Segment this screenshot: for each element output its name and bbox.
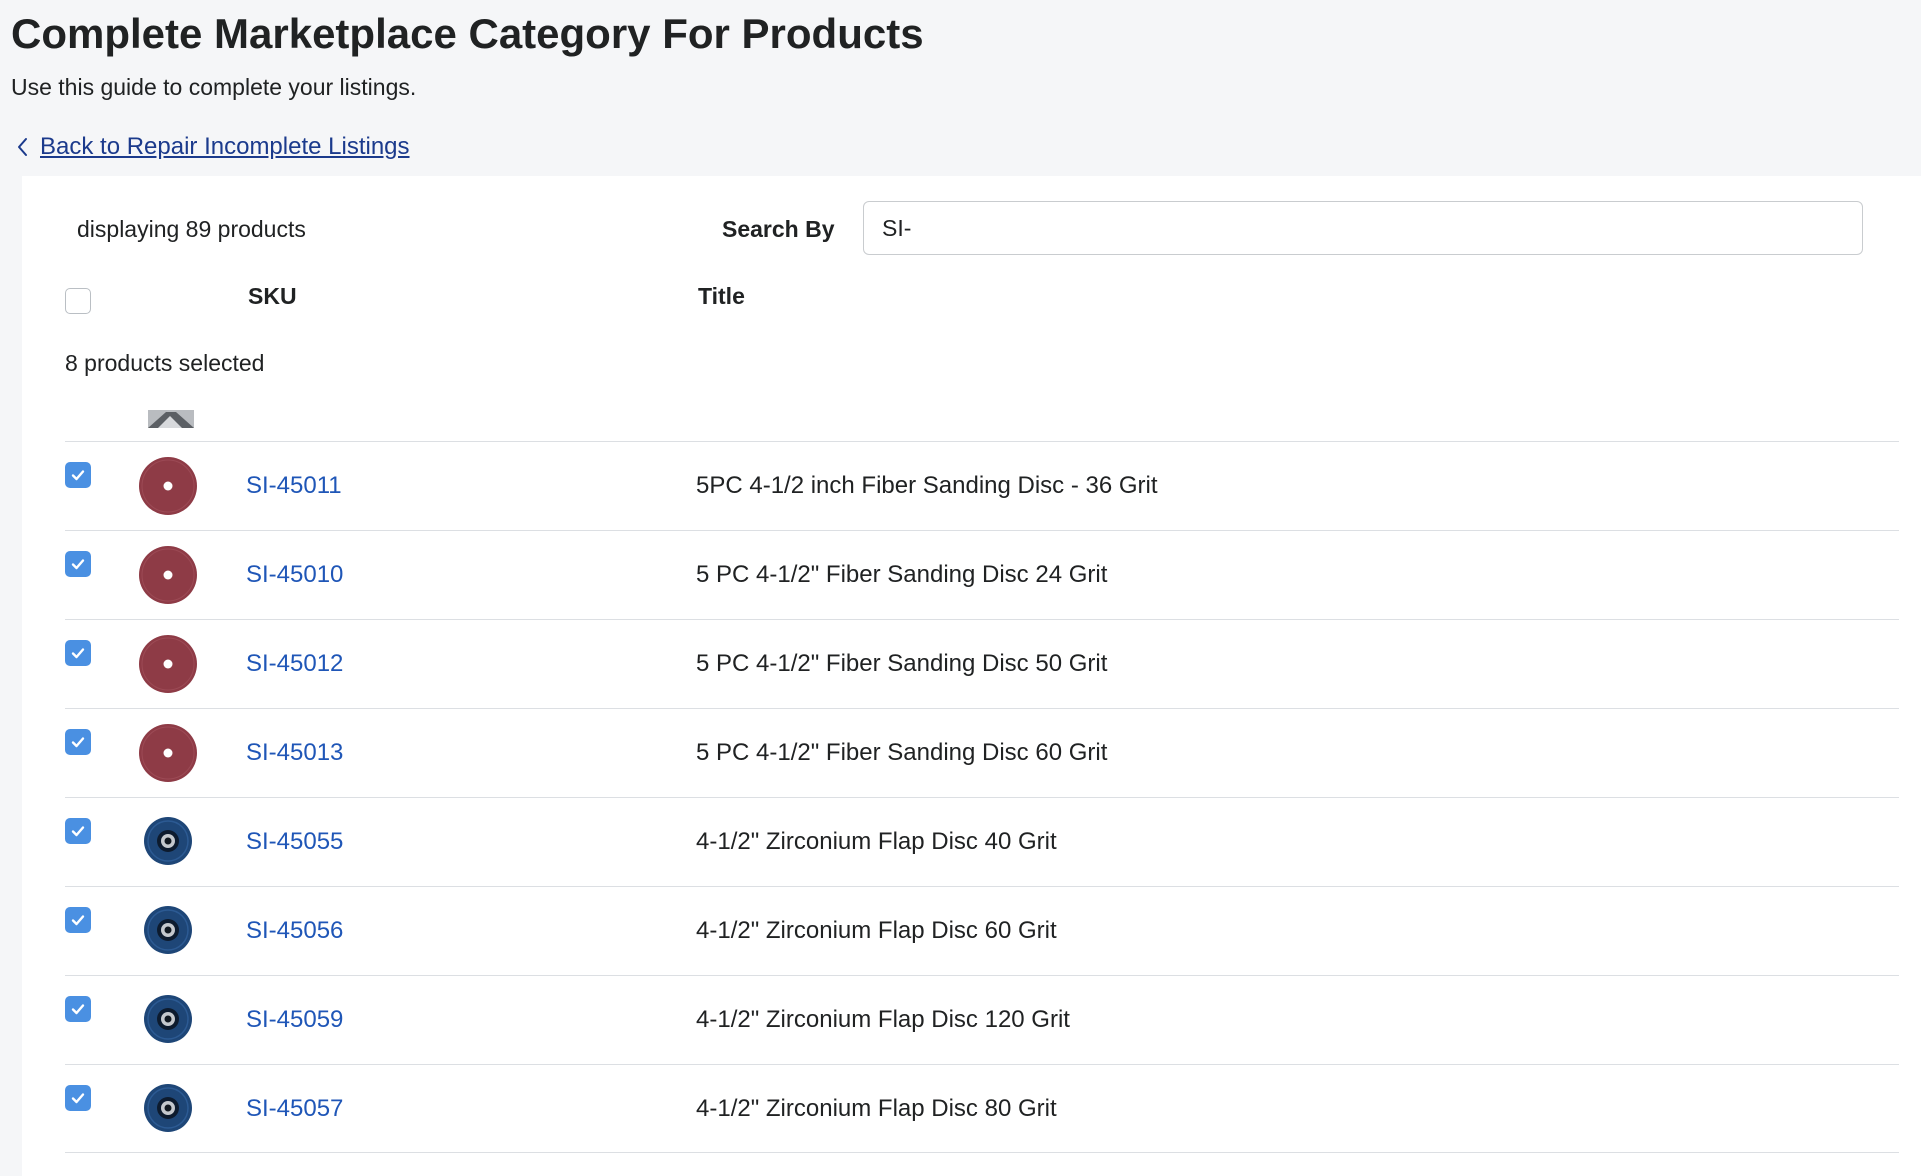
sku-link[interactable]: SI-45057 [246, 1092, 343, 1126]
table-row: SI-45057 4-1/2" Zirconium Flap Disc 80 Gr… [65, 1064, 1899, 1153]
product-count: displaying 89 products [77, 216, 306, 242]
flap-disc-thumbnail [144, 995, 192, 1043]
product-title: 4-1/2" Zirconium Flap Disc 120 Grit [696, 1006, 1070, 1033]
table-header: SKU Title [22, 279, 1921, 329]
table-row: SI-45011 5PC 4-1/2 inch Fiber Sanding Dis… [65, 441, 1899, 530]
row-checkbox[interactable] [65, 640, 91, 666]
sku-link[interactable]: SI-45012 [246, 647, 343, 681]
sku-link[interactable]: SI-45059 [246, 1003, 343, 1037]
checkmark-icon [71, 648, 85, 659]
row-checkbox[interactable] [65, 1085, 91, 1111]
checkmark-icon [71, 470, 85, 481]
sku-link[interactable]: SI-45011 [246, 469, 342, 503]
flap-disc-thumbnail [144, 817, 192, 865]
product-title: 4-1/2" Zirconium Flap Disc 80 Grit [696, 1095, 1057, 1122]
column-header-sku: SKU [248, 283, 297, 309]
checkmark-icon [71, 826, 85, 837]
sku-link[interactable]: SI-45055 [246, 825, 343, 859]
product-title: 5 PC 4-1/2" Fiber Sanding Disc 50 Grit [696, 650, 1108, 677]
flap-disc-thumbnail [144, 1084, 192, 1132]
sanding-disc-thumbnail [139, 546, 197, 604]
checkmark-icon [71, 737, 85, 748]
product-title: 5PC 4-1/2 inch Fiber Sanding Disc - 36 G… [696, 472, 1158, 499]
flap-disc-thumbnail [144, 906, 192, 954]
table-row: SI-45056 4-1/2" Zirconium Flap Disc 60 Gr… [65, 886, 1899, 975]
chevron-left-icon [18, 138, 27, 156]
selected-count: 8 products selected [65, 350, 265, 376]
sanding-disc-thumbnail [139, 724, 197, 782]
row-checkbox[interactable] [65, 729, 91, 755]
product-thumbnail-partial [148, 410, 194, 428]
product-title: 5 PC 4-1/2" Fiber Sanding Disc 60 Grit [696, 739, 1108, 766]
sanding-disc-thumbnail [139, 635, 197, 693]
table-row: SI-45010 5 PC 4-1/2" Fiber Sanding Disc 2… [65, 530, 1899, 619]
checkmark-icon [71, 915, 85, 926]
product-title: 4-1/2" Zirconium Flap Disc 60 Grit [696, 917, 1057, 944]
sku-link[interactable]: SI-45013 [246, 736, 343, 770]
products-card: displaying 89 products Search By SKU Tit… [22, 176, 1921, 1176]
table-row: SI-45055 4-1/2" Zirconium Flap Disc 40 Gr… [65, 797, 1899, 886]
row-checkbox[interactable] [65, 551, 91, 577]
back-link[interactable]: Back to Repair Incomplete Listings [14, 129, 410, 165]
table-row: SI-45013 5 PC 4-1/2" Fiber Sanding Disc 6… [65, 708, 1899, 797]
column-header-title: Title [698, 283, 745, 309]
search-input[interactable] [863, 201, 1863, 255]
table-row: SI-45059 4-1/2" Zirconium Flap Disc 120 G… [65, 975, 1899, 1064]
search-label: Search By [722, 216, 835, 242]
row-checkbox[interactable] [65, 907, 91, 933]
product-table: SI-45011 5PC 4-1/2 inch Fiber Sanding Dis… [65, 441, 1899, 1153]
table-row: SI-45012 5 PC 4-1/2" Fiber Sanding Disc 5… [65, 619, 1899, 708]
back-link-label: Back to Repair Incomplete Listings [40, 133, 410, 160]
checkmark-icon [71, 559, 85, 570]
sku-link[interactable]: SI-45010 [246, 558, 343, 592]
product-title: 4-1/2" Zirconium Flap Disc 40 Grit [696, 828, 1057, 855]
page-title: Complete Marketplace Category For Produc… [11, 10, 924, 57]
row-checkbox[interactable] [65, 818, 91, 844]
page-subtitle: Use this guide to complete your listings… [11, 74, 417, 100]
row-checkbox[interactable] [65, 462, 91, 488]
sku-link[interactable]: SI-45056 [246, 914, 343, 948]
row-checkbox[interactable] [65, 996, 91, 1022]
checkmark-icon [71, 1004, 85, 1015]
select-all-checkbox[interactable] [65, 288, 91, 314]
product-title: 5 PC 4-1/2" Fiber Sanding Disc 24 Grit [696, 561, 1108, 588]
checkmark-icon [71, 1093, 85, 1104]
sanding-disc-thumbnail [139, 457, 197, 515]
